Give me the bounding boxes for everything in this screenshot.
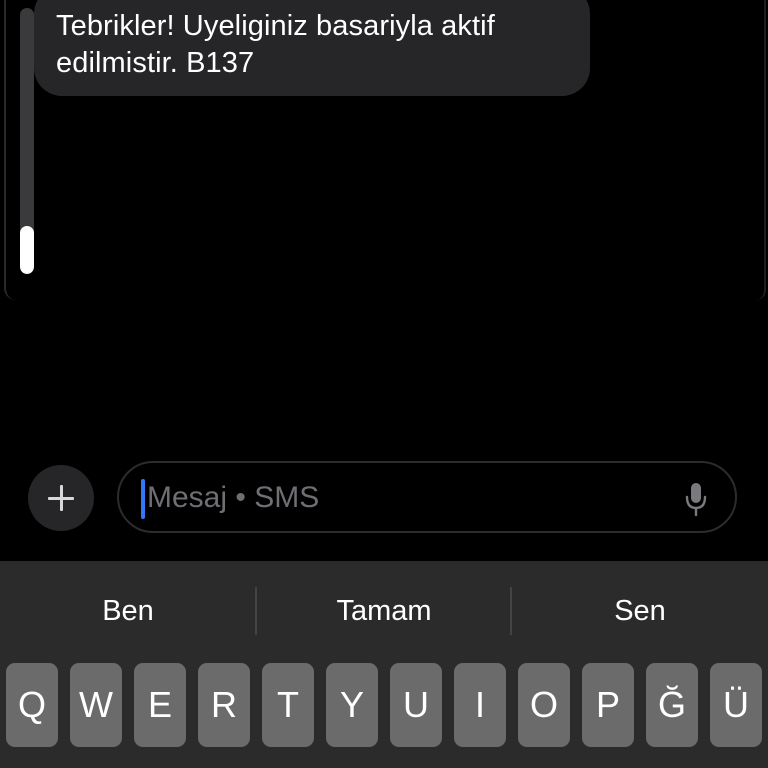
predictive-text-bar: Ben Tamam Sen <box>0 561 768 659</box>
key-w[interactable]: W <box>70 663 122 747</box>
message-text: Tebrikler! Uyeliginiz basariyla aktif ed… <box>56 8 566 82</box>
suggestion-sen[interactable]: Sen <box>512 587 768 635</box>
key-u-umlaut[interactable]: Ü <box>710 663 762 747</box>
message-text-line-1: Tebrikler! Uyeliginiz basariyla aktif <box>56 10 495 42</box>
microphone-icon[interactable] <box>683 481 709 517</box>
message-input-placeholder: Mesaj • SMS <box>147 481 320 514</box>
screen-edge-right <box>756 0 766 300</box>
key-g-breve[interactable]: Ğ <box>646 663 698 747</box>
key-t[interactable]: T <box>262 663 314 747</box>
messages-screen: Tebrikler! Uyeliginiz basariyla aktif ed… <box>0 0 768 768</box>
scroll-indicator[interactable] <box>20 8 34 274</box>
suggestion-tamam[interactable]: Tamam <box>256 587 512 635</box>
suggestion-ben[interactable]: Ben <box>0 587 256 635</box>
add-attachment-button[interactable] <box>28 465 94 531</box>
message-input[interactable]: Mesaj • SMS <box>117 461 737 533</box>
plus-icon <box>48 485 74 511</box>
received-message-bubble[interactable]: Tebrikler! Uyeliginiz basariyla aktif ed… <box>34 0 590 96</box>
keyboard: Ben Tamam Sen Q W E R T Y U I O P Ğ Ü <box>0 561 768 768</box>
keyboard-row-top: Q W E R T Y U I O P Ğ Ü <box>6 663 768 747</box>
key-r[interactable]: R <box>198 663 250 747</box>
key-i[interactable]: I <box>454 663 506 747</box>
key-p[interactable]: P <box>582 663 634 747</box>
scroll-thumb[interactable] <box>20 226 34 274</box>
key-e[interactable]: E <box>134 663 186 747</box>
message-text-line-2: edilmistir. B137 <box>56 47 255 79</box>
text-caret <box>141 479 145 519</box>
key-u[interactable]: U <box>390 663 442 747</box>
key-q[interactable]: Q <box>6 663 58 747</box>
key-y[interactable]: Y <box>326 663 378 747</box>
key-o[interactable]: O <box>518 663 570 747</box>
screen-edge-left <box>4 0 16 300</box>
